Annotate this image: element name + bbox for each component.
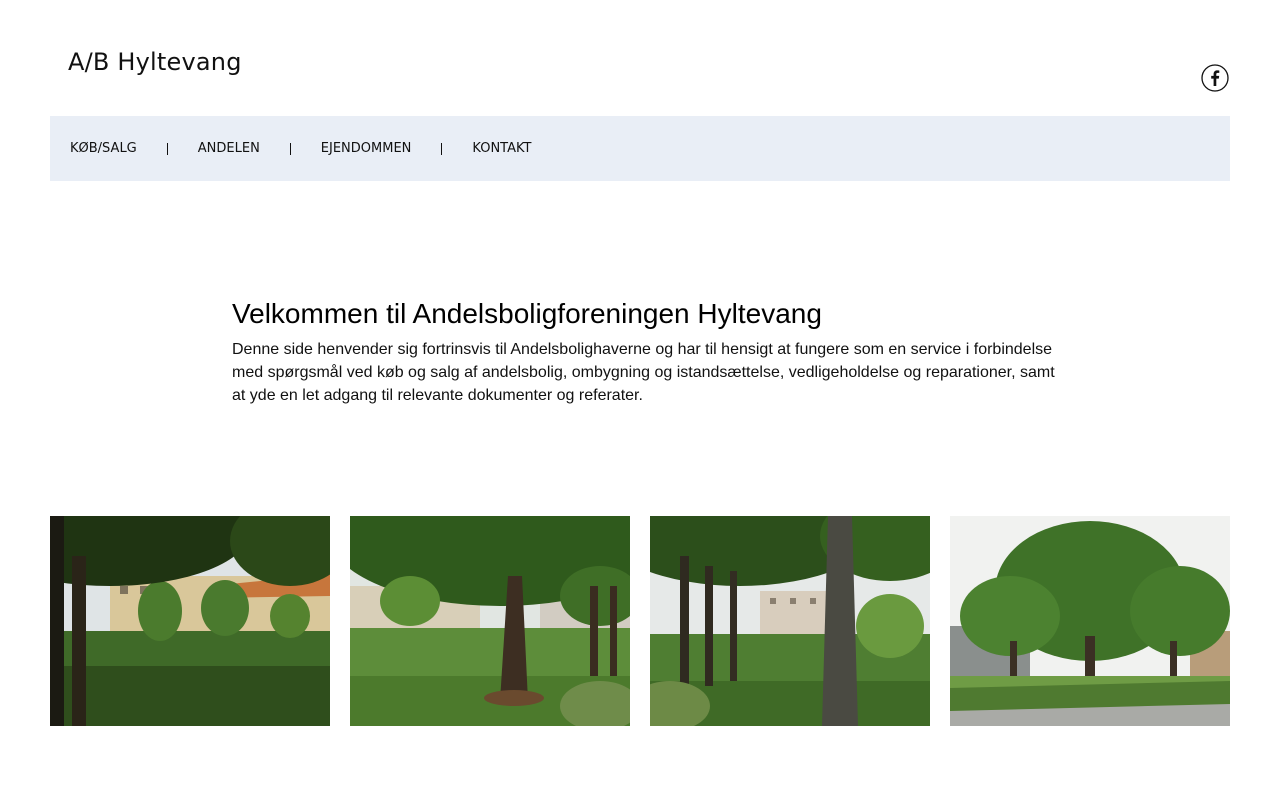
nav-item-koeb-salg[interactable]: KØB/SALG (70, 141, 137, 156)
photo-gallery (50, 516, 1230, 726)
gallery-photo-2[interactable] (350, 516, 630, 726)
site-title[interactable]: A/B Hyltevang (68, 48, 242, 76)
hedge-and-trees-photo (950, 516, 1230, 726)
main-nav: KØB/SALG ANDELEN EJENDOMMEN KONTAKT (50, 116, 1230, 181)
nav-item-ejendommen[interactable]: EJENDOMMEN (321, 141, 412, 156)
page-heading: Velkommen til Andelsboligforeningen Hylt… (232, 298, 822, 329)
page: A/B Hyltevang KØB/SALG ANDELEN EJENDOMME… (0, 0, 1280, 800)
facebook-icon (1201, 64, 1229, 92)
nav-item-kontakt[interactable]: KONTAKT (472, 141, 531, 156)
facebook-link[interactable] (1201, 64, 1229, 92)
nav-divider (441, 142, 443, 155)
tree-trunk-lawn-photo (350, 516, 630, 726)
gallery-photo-3[interactable] (650, 516, 930, 726)
park-with-trees-photo (50, 516, 330, 726)
gallery-photo-4[interactable] (950, 516, 1230, 726)
intro-paragraph: Denne side henvender sig fortrinsvis til… (232, 341, 1055, 404)
nav-divider (289, 142, 291, 155)
intro-section: Velkommen til Andelsboligforeningen Hylt… (232, 296, 1062, 407)
nav-item-andelen[interactable]: ANDELEN (198, 141, 260, 156)
nav-list: KØB/SALG ANDELEN EJENDOMMEN KONTAKT (50, 141, 531, 156)
nav-divider (166, 142, 168, 155)
tree-row-buildings-photo (650, 516, 930, 726)
gallery-photo-1[interactable] (50, 516, 330, 726)
